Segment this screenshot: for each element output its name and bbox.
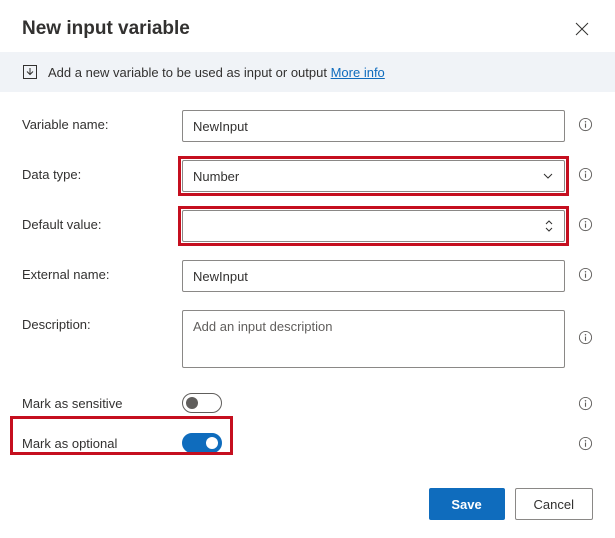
label-default-value: Default value: [22, 210, 182, 232]
row-external-name: External name: [22, 260, 593, 292]
info-description[interactable] [565, 310, 593, 345]
info-icon [578, 436, 593, 451]
dialog-header: New input variable [0, 0, 615, 52]
dialog-footer: Save Cancel [0, 474, 615, 538]
banner-text: Add a new variable to be used as input o… [48, 65, 385, 80]
cancel-button[interactable]: Cancel [515, 488, 593, 520]
label-data-type: Data type: [22, 160, 182, 182]
download-icon [22, 64, 38, 80]
info-variable-name[interactable] [565, 110, 593, 132]
label-variable-name: Variable name: [22, 110, 182, 132]
label-external-name: External name: [22, 260, 182, 282]
row-mark-sensitive: Mark as sensitive [22, 389, 593, 413]
label-mark-sensitive: Mark as sensitive [22, 389, 182, 411]
number-spinner[interactable] [544, 219, 554, 233]
info-mark-optional[interactable] [565, 429, 593, 451]
form-body: Variable name: Data type: Number Default… [0, 92, 615, 475]
save-button[interactable]: Save [429, 488, 505, 520]
external-name-input[interactable] [182, 260, 565, 292]
row-default-value: Default value: [22, 210, 593, 242]
chevron-down-icon [542, 170, 554, 182]
close-button[interactable] [571, 18, 593, 40]
info-external-name[interactable] [565, 260, 593, 282]
info-mark-sensitive[interactable] [565, 389, 593, 411]
info-icon [578, 330, 593, 345]
data-type-value: Number [193, 169, 239, 184]
chevron-up-icon [544, 219, 554, 226]
label-description: Description: [22, 310, 182, 332]
dialog-title: New input variable [22, 18, 190, 40]
info-icon [578, 396, 593, 411]
info-data-type[interactable] [565, 160, 593, 182]
row-variable-name: Variable name: [22, 110, 593, 142]
info-default-value[interactable] [565, 210, 593, 232]
info-banner: Add a new variable to be used as input o… [0, 52, 615, 92]
info-icon [578, 267, 593, 282]
info-icon [578, 167, 593, 182]
row-description: Description: [22, 310, 593, 371]
info-icon [578, 117, 593, 132]
variable-name-input[interactable] [182, 110, 565, 142]
info-icon [578, 217, 593, 232]
label-mark-optional: Mark as optional [22, 429, 182, 451]
data-type-select[interactable]: Number [182, 160, 565, 192]
close-icon [575, 22, 589, 36]
more-info-link[interactable]: More info [331, 65, 385, 80]
row-mark-optional: Mark as optional [22, 429, 593, 453]
row-data-type: Data type: Number [22, 160, 593, 192]
mark-optional-toggle[interactable] [182, 433, 222, 453]
default-value-input[interactable] [182, 210, 565, 242]
chevron-down-icon [544, 226, 554, 233]
description-input[interactable] [182, 310, 565, 368]
banner-message: Add a new variable to be used as input o… [48, 65, 327, 80]
mark-sensitive-toggle[interactable] [182, 393, 222, 413]
